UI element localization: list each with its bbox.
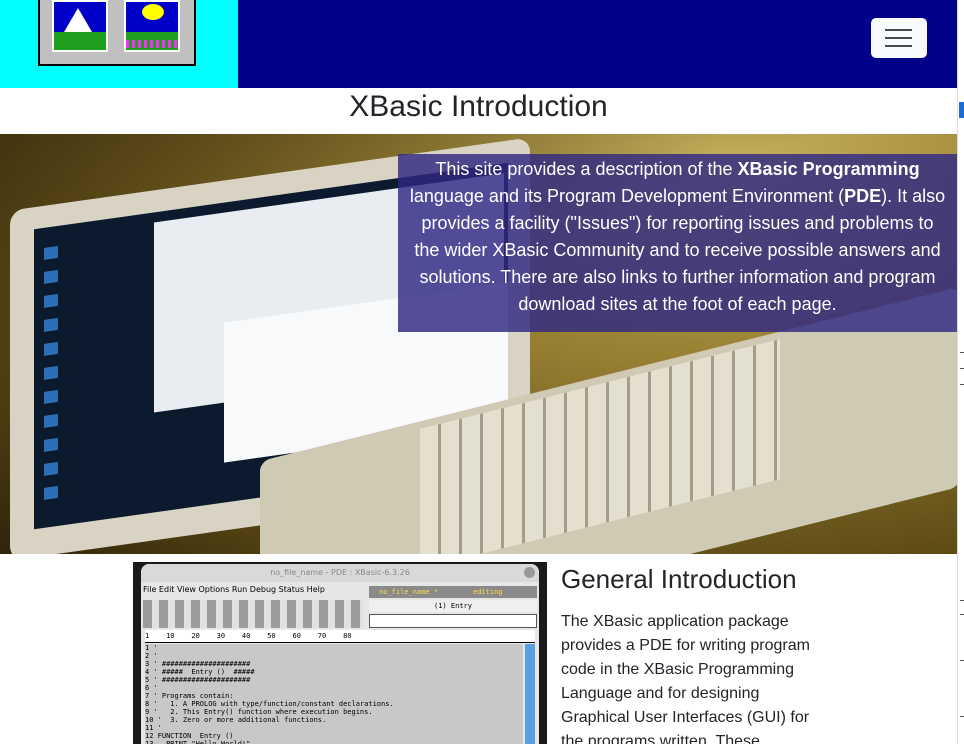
pde-ruler: 1 10 20 30 40 50 60 70 80 xyxy=(145,630,535,643)
logo-pane-sun xyxy=(124,0,180,52)
pde-toolbar xyxy=(143,600,363,628)
section-body: The XBasic application package provides … xyxy=(561,613,810,744)
menu-toggle-button[interactable] xyxy=(871,18,927,58)
pde-window-title: no_file_name - PDE : XBasic-6.3.26 xyxy=(270,568,410,577)
close-icon xyxy=(524,567,535,578)
pde-function-combo xyxy=(369,614,537,628)
pde-menu-bar: File Edit View Options Run Debug Status … xyxy=(143,585,325,594)
pde-file-name-text: no_file_name * xyxy=(379,588,439,596)
page-title: XBasic Introduction xyxy=(349,90,608,123)
pde-scrollbar xyxy=(525,644,535,744)
pde-window: no_file_name - PDE : XBasic-6.3.26 File … xyxy=(141,564,539,744)
intro-pde: PDE xyxy=(844,186,882,206)
hamburger-icon xyxy=(885,29,912,31)
general-introduction-section: General Introduction The XBasic applicat… xyxy=(561,562,831,744)
intro-text-part: This site provides a description of the xyxy=(435,159,738,179)
pde-function-name: (1) Entry xyxy=(369,600,537,612)
intro-text-part: language and its Program Development Env… xyxy=(409,186,845,206)
intro-strong: XBasic Programming xyxy=(737,159,920,179)
pde-file-name: no_file_name * editing xyxy=(369,586,537,598)
navbar xyxy=(0,0,957,88)
page: XBasic Introduction This site provides a… xyxy=(0,0,957,744)
pde-code-editor: 1 ' 2 ' 3 ' ##################### 4 ' ##… xyxy=(145,644,523,744)
pde-screenshot: no_file_name - PDE : XBasic-6.3.26 File … xyxy=(133,562,547,744)
xbasic-logo-icon xyxy=(38,0,196,66)
pde-file-state: editing xyxy=(473,588,503,596)
hero-intro-text: This site provides a description of the … xyxy=(398,154,957,332)
page-scrollbar[interactable] xyxy=(957,0,964,744)
section-heading: General Introduction xyxy=(561,564,797,594)
pde-title-bar: no_file_name - PDE : XBasic-6.3.26 xyxy=(141,564,539,582)
logo-link[interactable] xyxy=(0,0,238,88)
logo-pane-mountain xyxy=(52,0,108,52)
scrollbar-thumb[interactable] xyxy=(959,102,964,118)
